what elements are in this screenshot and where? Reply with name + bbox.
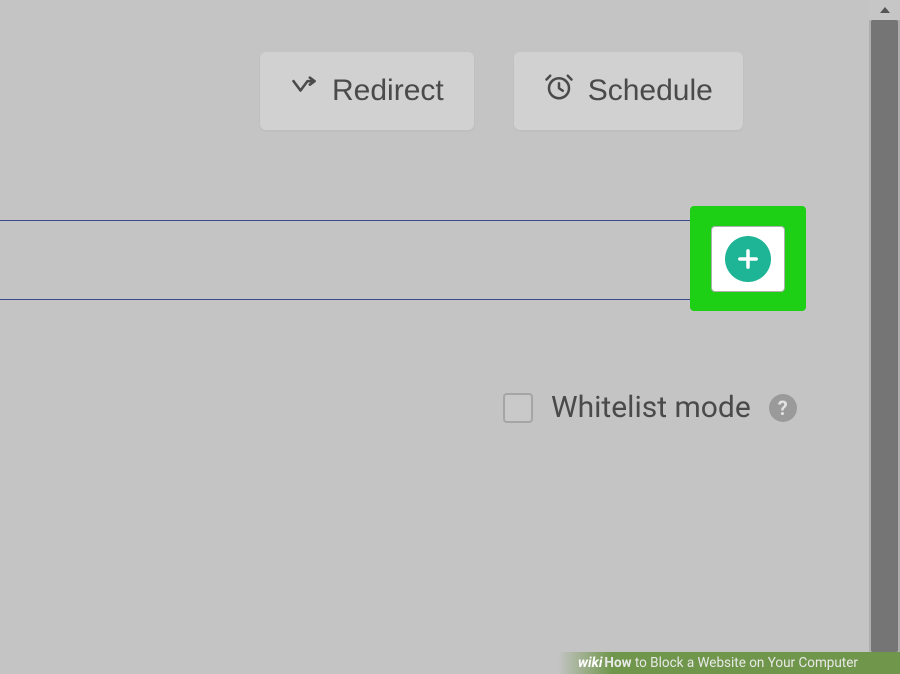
app-content: Redirect Schedule <box>0 0 869 653</box>
tabs-row: Redirect Schedule <box>260 52 743 130</box>
wikihow-attribution: wiki How to Block a Website on Your Comp… <box>558 652 900 674</box>
redirect-icon <box>290 73 318 109</box>
url-input[interactable] <box>0 221 690 299</box>
redirect-label: Redirect <box>332 74 444 108</box>
footer-brand: wiki <box>578 655 602 671</box>
schedule-button[interactable]: Schedule <box>514 52 743 130</box>
whitelist-label: Whitelist mode <box>551 390 751 425</box>
scroll-up-button[interactable] <box>869 0 900 20</box>
vertical-scrollbar[interactable] <box>869 0 900 674</box>
clock-icon <box>544 72 574 110</box>
scroll-thumb[interactable] <box>871 20 898 652</box>
schedule-label: Schedule <box>588 74 713 108</box>
add-button[interactable] <box>711 226 785 292</box>
redirect-button[interactable]: Redirect <box>260 52 474 130</box>
url-input-row <box>0 220 690 300</box>
whitelist-checkbox[interactable] <box>503 393 533 423</box>
add-button-highlight <box>690 206 806 311</box>
help-icon[interactable]: ? <box>769 394 797 422</box>
whitelist-row: Whitelist mode ? <box>503 390 797 425</box>
footer-title: How to Block a Website on Your Computer <box>604 655 858 671</box>
plus-icon <box>725 236 771 282</box>
